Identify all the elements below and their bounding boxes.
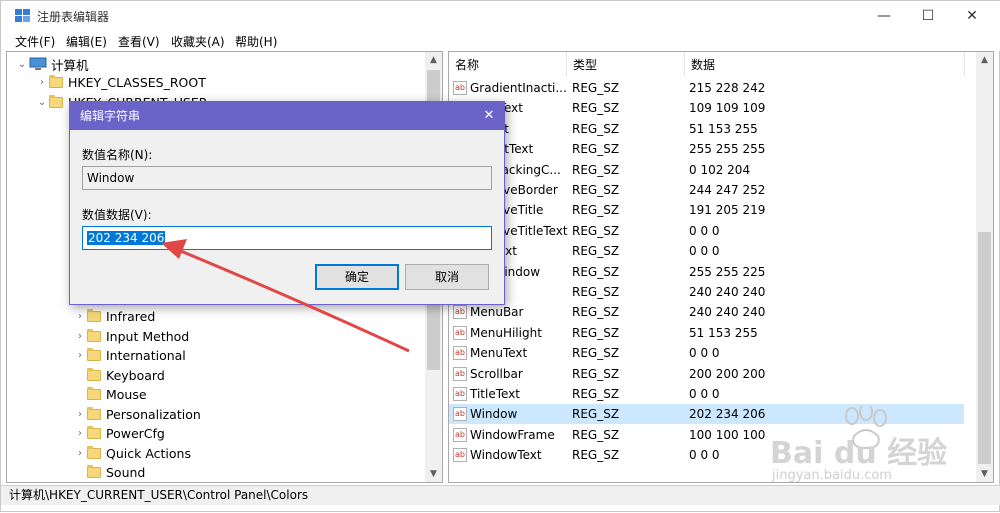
annotation-arrow bbox=[161, 239, 410, 353]
registry-editor-window: 注册表编辑器 — ☐ ✕ 文件(F) 编辑(E) 查看(V) 收藏夹(A) 帮助… bbox=[0, 0, 1000, 512]
